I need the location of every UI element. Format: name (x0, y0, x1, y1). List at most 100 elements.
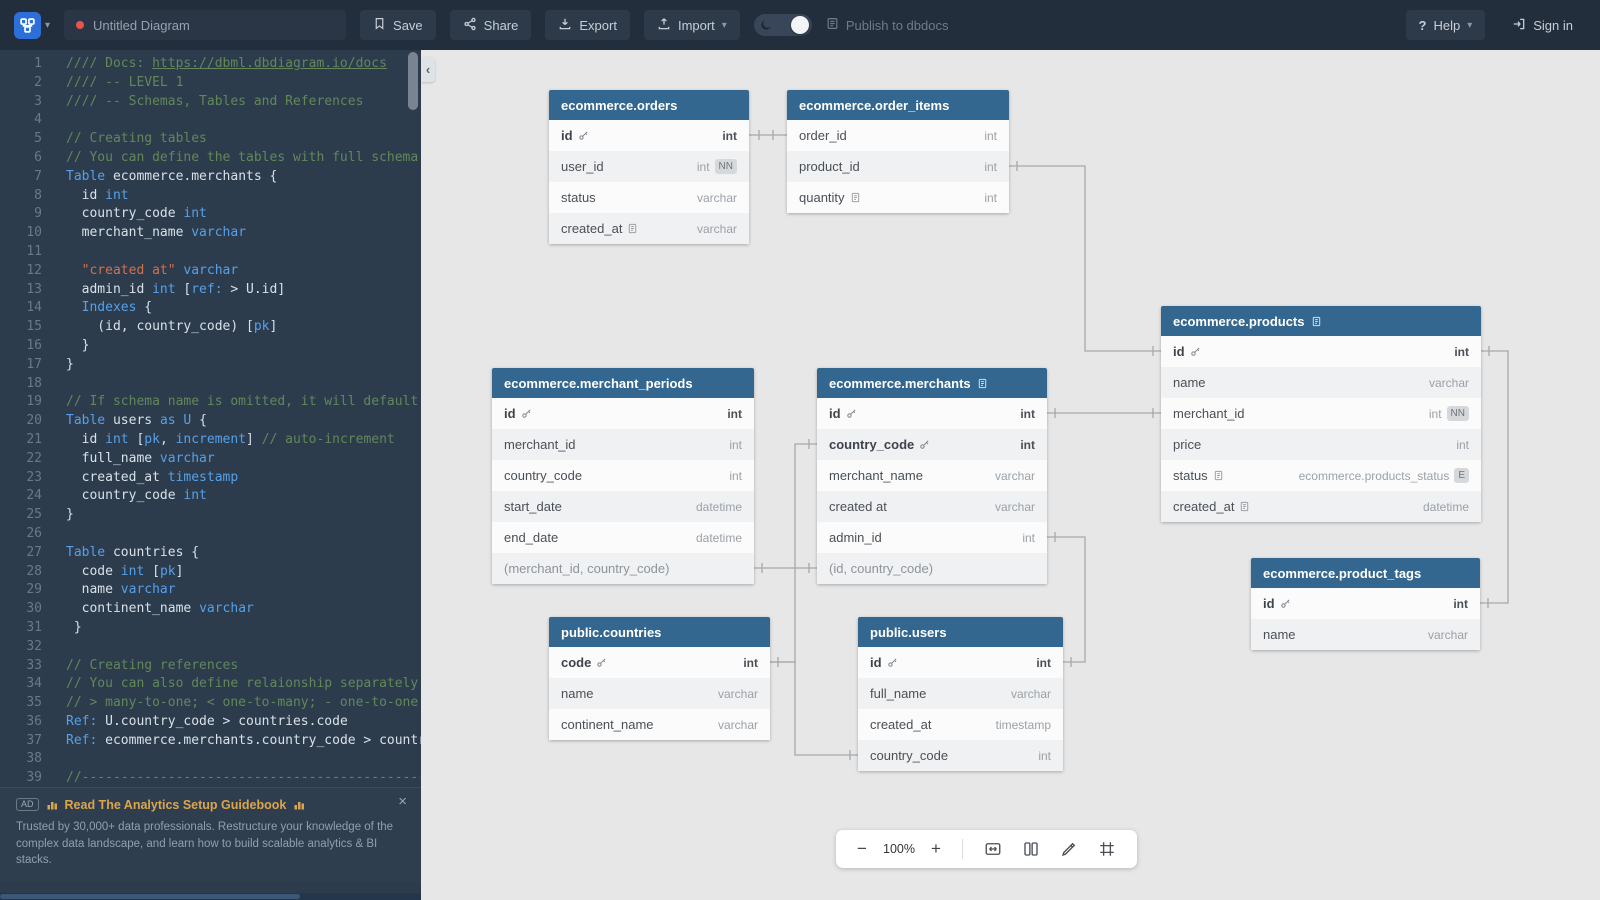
table-header[interactable]: ecommerce.product_tags (1251, 558, 1480, 588)
diagram-table-order_items[interactable]: ecommerce.order_itemsorder_idintproduct_… (787, 90, 1009, 213)
field-row[interactable]: idint (492, 398, 754, 429)
code-line[interactable]: 34// You can also define relaionship sep… (0, 675, 421, 694)
field-row[interactable]: created atvarchar (817, 491, 1047, 522)
code-line[interactable]: 39//------------------------------------… (0, 769, 421, 788)
share-button[interactable]: Share (450, 10, 532, 40)
diagram-table-users[interactable]: public.usersidintfull_namevarcharcreated… (858, 617, 1063, 771)
code-line[interactable]: 25} (0, 506, 421, 525)
diagram-table-merchants[interactable]: ecommerce.merchantsidintcountry_codeintm… (817, 368, 1047, 584)
sign-in-button[interactable]: Sign in (1499, 10, 1586, 40)
code-line[interactable]: 19// If schema name is omitted, it will … (0, 393, 421, 412)
code-line[interactable]: 27Table countries { (0, 544, 421, 563)
field-row[interactable]: namevarchar (1251, 619, 1480, 650)
field-row[interactable]: merchant_namevarchar (817, 460, 1047, 491)
code-line[interactable]: 33// Creating references (0, 657, 421, 676)
code-line[interactable]: 22 full_name varchar (0, 450, 421, 469)
field-row[interactable]: codeint (549, 647, 770, 678)
code-line[interactable]: 15 (id, country_code) [pk] (0, 318, 421, 337)
app-logo[interactable]: ▾ (14, 12, 50, 39)
field-row[interactable]: country_codeint (858, 740, 1063, 771)
code-line[interactable]: 3//// -- Schemas, Tables and References (0, 93, 421, 112)
field-row[interactable]: idint (817, 398, 1047, 429)
table-header[interactable]: ecommerce.merchant_periods (492, 368, 754, 398)
field-row[interactable]: order_idint (787, 120, 1009, 151)
close-icon[interactable]: × (398, 794, 407, 809)
code-line[interactable]: 2//// -- LEVEL 1 (0, 74, 421, 93)
code-line[interactable]: 4 (0, 111, 421, 130)
table-header[interactable]: public.users (858, 617, 1063, 647)
code-line[interactable]: 18 (0, 375, 421, 394)
collapse-editor-button[interactable]: ‹ (421, 57, 435, 82)
table-header[interactable]: ecommerce.merchants (817, 368, 1047, 398)
field-row[interactable]: namevarchar (549, 678, 770, 709)
editor-horizontal-scrollbar[interactable] (0, 893, 421, 900)
diagram-table-orders[interactable]: ecommerce.ordersidintuser_idintNNstatusv… (549, 90, 749, 244)
code-lines[interactable]: 1//// Docs: https://dbml.dbdiagram.io/do… (0, 50, 421, 788)
code-line[interactable]: 9 country_code int (0, 205, 421, 224)
field-row[interactable]: created_attimestamp (858, 709, 1063, 740)
field-row[interactable]: (merchant_id, country_code) (492, 553, 754, 584)
import-button[interactable]: Import ▾ (644, 10, 740, 40)
code-line[interactable]: 36Ref: U.country_code > countries.code (0, 713, 421, 732)
code-line[interactable]: 20Table users as U { (0, 412, 421, 431)
field-row[interactable]: user_idintNN (549, 151, 749, 182)
zoom-out-button[interactable]: − (848, 834, 876, 864)
code-line[interactable]: 5// Creating tables (0, 130, 421, 149)
table-header[interactable]: ecommerce.orders (549, 90, 749, 120)
table-header[interactable]: ecommerce.products (1161, 306, 1481, 336)
help-button[interactable]: ? Help ▾ (1406, 10, 1486, 40)
field-row[interactable]: admin_idint (817, 522, 1047, 553)
field-row[interactable]: idint (858, 647, 1063, 678)
code-line[interactable]: 12 "created at" varchar (0, 262, 421, 281)
auto-arrange-button[interactable] (1013, 834, 1049, 864)
code-line[interactable]: 30 continent_name varchar (0, 600, 421, 619)
publish-to-dbdocs-button[interactable]: Publish to dbdocs (826, 17, 949, 33)
field-row[interactable]: merchant_idintNN (1161, 398, 1481, 429)
ad-title[interactable]: Read The Analytics Setup Guidebook (65, 798, 287, 812)
field-row[interactable]: continent_namevarchar (549, 709, 770, 740)
code-line[interactable]: 23 created_at timestamp (0, 469, 421, 488)
code-line[interactable]: 14 Indexes { (0, 299, 421, 318)
code-line[interactable]: 38 (0, 750, 421, 769)
zoom-in-button[interactable]: + (922, 834, 950, 864)
frame-button[interactable] (1089, 834, 1125, 864)
field-row[interactable]: full_namevarchar (858, 678, 1063, 709)
code-line[interactable]: 6// You can define the tables with full … (0, 149, 421, 168)
field-row[interactable]: priceint (1161, 429, 1481, 460)
code-line[interactable]: 1//// Docs: https://dbml.dbdiagram.io/do… (0, 55, 421, 74)
field-row[interactable]: quantityint (787, 182, 1009, 213)
code-line[interactable]: 31 } (0, 619, 421, 638)
code-line[interactable]: 21 id int [pk, increment] // auto-increm… (0, 431, 421, 450)
diagram-canvas[interactable]: ‹ ecommerce.ordersidintuser_idintNNstatu… (421, 50, 1600, 900)
code-line[interactable]: 32 (0, 638, 421, 657)
field-row[interactable]: namevarchar (1161, 367, 1481, 398)
diagram-table-merchant_periods[interactable]: ecommerce.merchant_periodsidintmerchant_… (492, 368, 754, 584)
field-row[interactable]: merchant_idint (492, 429, 754, 460)
field-row[interactable]: statusecommerce.products_statusE (1161, 460, 1481, 491)
field-row[interactable]: product_idint (787, 151, 1009, 182)
fit-to-screen-button[interactable] (975, 834, 1011, 864)
editor-vertical-scrollbar[interactable] (408, 52, 418, 110)
diagram-title-input[interactable]: Untitled Diagram (64, 10, 346, 40)
field-row[interactable]: idint (549, 120, 749, 151)
code-line[interactable]: 37Ref: ecommerce.merchants.country_code … (0, 732, 421, 751)
highlighter-button[interactable] (1051, 834, 1087, 864)
save-button[interactable]: Save (360, 10, 436, 40)
field-row[interactable]: country_codeint (492, 460, 754, 491)
code-line[interactable]: 11 (0, 243, 421, 262)
code-line[interactable]: 28 code int [pk] (0, 563, 421, 582)
field-row[interactable]: start_datedatetime (492, 491, 754, 522)
code-line[interactable]: 26 (0, 525, 421, 544)
code-line[interactable]: 8 id int (0, 187, 421, 206)
code-line[interactable]: 29 name varchar (0, 581, 421, 600)
code-line[interactable]: 17} (0, 356, 421, 375)
field-row[interactable]: idint (1161, 336, 1481, 367)
code-line[interactable]: 35// > many-to-one; < one-to-many; - one… (0, 694, 421, 713)
code-line[interactable]: 24 country_code int (0, 487, 421, 506)
code-editor[interactable]: 1//// Docs: https://dbml.dbdiagram.io/do… (0, 50, 421, 900)
field-row[interactable]: end_datedatetime (492, 522, 754, 553)
table-header[interactable]: ecommerce.order_items (787, 90, 1009, 120)
diagram-table-product_tags[interactable]: ecommerce.product_tagsidintnamevarchar (1251, 558, 1480, 650)
table-header[interactable]: public.countries (549, 617, 770, 647)
code-line[interactable]: 13 admin_id int [ref: > U.id] (0, 281, 421, 300)
